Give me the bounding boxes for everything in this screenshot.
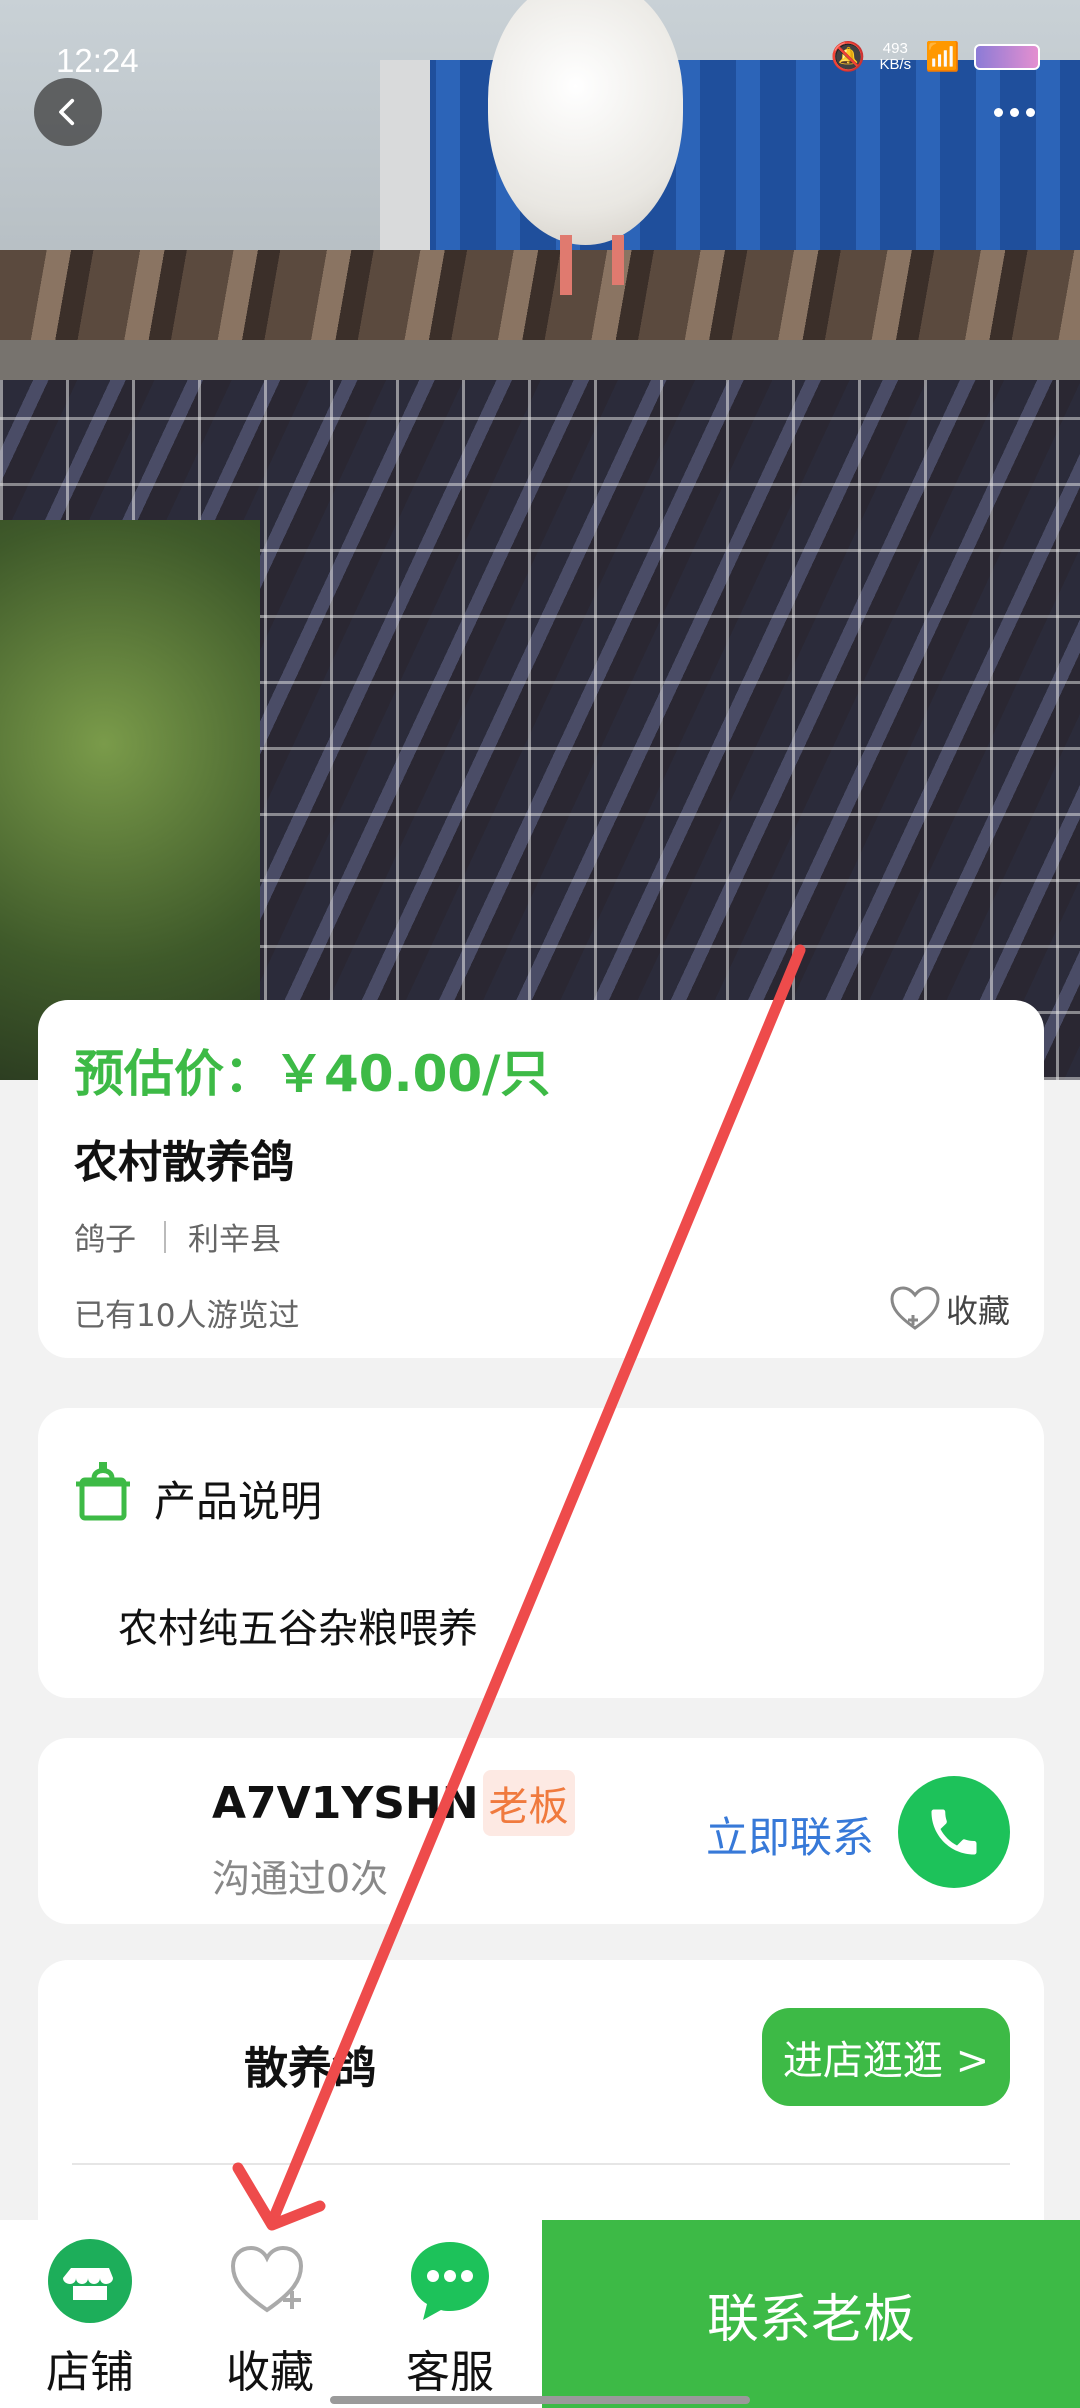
phone-icon xyxy=(931,1809,977,1855)
tab-favorite-label: 收藏 xyxy=(226,2347,314,2398)
tab-shop-label: 店铺 xyxy=(46,2347,134,2398)
seller-name-row: A7V1YSHN 老板 xyxy=(212,1770,575,1836)
seller-name: A7V1YSHN xyxy=(212,1777,479,1829)
view-count: 已有10人游览过 xyxy=(74,1298,300,1334)
chat-bubble-icon xyxy=(411,2242,489,2320)
heart-plus-icon xyxy=(890,1286,940,1330)
description-card: 产品说明 农村纯五谷杂粮喂养 xyxy=(38,1408,1044,1698)
description-heading: 产品说明 xyxy=(154,1477,323,1526)
chevron-left-icon xyxy=(59,98,75,126)
tab-shop[interactable]: 店铺 xyxy=(30,2238,150,2400)
mute-icon: 🔕 xyxy=(830,40,866,73)
store-icon xyxy=(48,2239,132,2323)
seller-card: A7V1YSHN 老板 沟通过0次 立即联系 xyxy=(38,1738,1044,1924)
shop-divider xyxy=(72,2163,1010,2165)
photo-pigeon-leg xyxy=(612,235,624,285)
battery-icon xyxy=(974,43,1040,70)
service-icon-wrap xyxy=(407,2238,493,2324)
description-text: 农村纯五谷杂粮喂养 xyxy=(118,1606,478,1652)
more-button[interactable] xyxy=(978,80,1050,144)
product-photo[interactable] xyxy=(0,0,1080,1080)
tab-service-label: 客服 xyxy=(406,2347,494,2398)
status-time: 12:24 xyxy=(56,42,139,79)
photo-shed-edge xyxy=(380,60,430,280)
network-speed-unit: KB/s xyxy=(879,55,912,73)
favorite-label: 收藏 xyxy=(945,1292,1010,1330)
more-dot xyxy=(993,107,1003,117)
status-icons: 🔕 493 KB/s 📶 xyxy=(831,40,1040,73)
heart-plus-icon xyxy=(230,2245,304,2313)
shop-icon-wrap xyxy=(47,2238,133,2324)
shop-name: 散养鸽 xyxy=(244,2043,376,2094)
tab-customer-service[interactable]: 客服 xyxy=(390,2238,510,2400)
boss-badge: 老板 xyxy=(482,1770,575,1836)
photo-greenery xyxy=(0,520,260,1080)
estimated-price: 预估价：￥40.00/只 xyxy=(74,1045,551,1103)
contact-now-link[interactable]: 立即联系 xyxy=(706,1804,874,1865)
contact-count: 沟通过0次 xyxy=(212,1857,389,1901)
more-dot xyxy=(1025,107,1035,117)
more-dot xyxy=(1009,107,1019,117)
product-meta: 鸽子 利辛县 xyxy=(74,1214,281,1259)
photo-pigeon-leg xyxy=(560,235,572,295)
network-speed-value: 493 xyxy=(882,39,908,57)
tab-favorite[interactable]: 收藏 xyxy=(210,2238,330,2400)
bottom-action-bar: 店铺 收藏 客服 联系老板 xyxy=(0,2220,1080,2408)
pot-icon xyxy=(76,1462,130,1521)
back-button[interactable] xyxy=(34,78,102,146)
home-indicator xyxy=(330,2396,750,2404)
product-info-card: 预估价：￥40.00/只 农村散养鸽 鸽子 利辛县 已有10人游览过 收藏 xyxy=(38,1000,1044,1358)
network-speed: 493 KB/s xyxy=(879,39,912,73)
meta-divider xyxy=(164,1220,166,1253)
favorite-icon-wrap xyxy=(227,2238,313,2324)
contact-boss-button[interactable]: 联系老板 xyxy=(542,2220,1080,2408)
favorite-button[interactable]: 收藏 xyxy=(888,1284,1010,1334)
product-location: 利辛县 xyxy=(188,1222,281,1258)
wifi-icon: 📶 xyxy=(925,40,960,73)
phone-button[interactable] xyxy=(898,1776,1010,1888)
enter-shop-button[interactable]: 进店逛逛 > xyxy=(762,2008,1010,2106)
product-title: 农村散养鸽 xyxy=(74,1137,294,1188)
product-category: 鸽子 xyxy=(74,1222,136,1258)
